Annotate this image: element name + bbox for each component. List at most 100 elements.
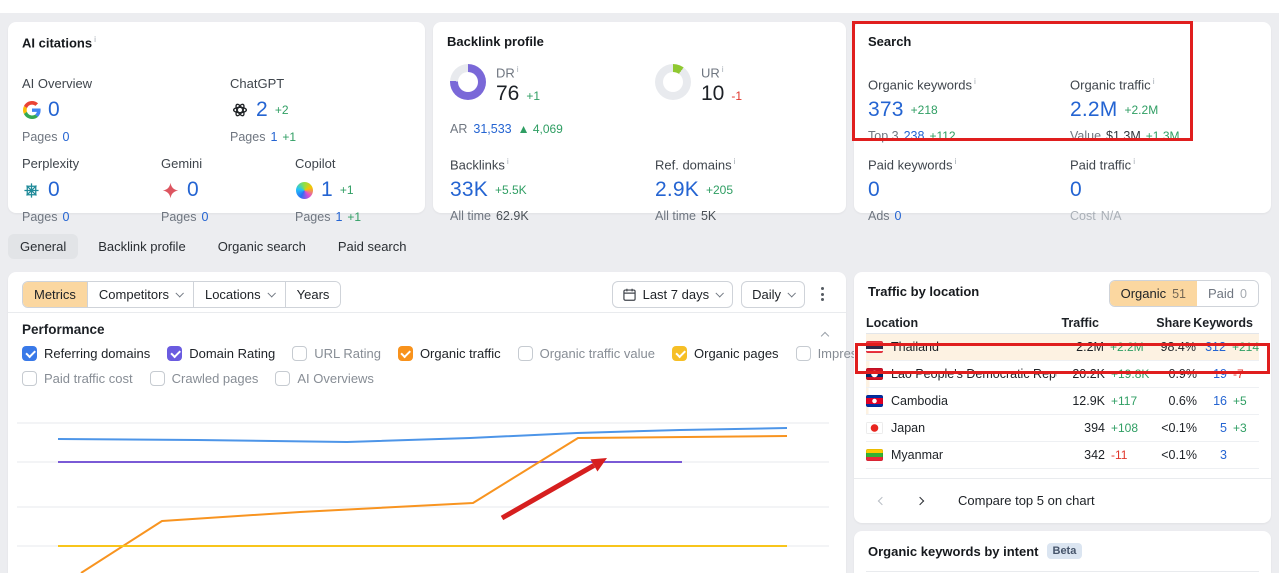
organic-keywords-value[interactable]: 373 [868, 98, 904, 122]
next-page-button[interactable] [906, 487, 934, 515]
collapse-section-button[interactable] [820, 327, 830, 342]
performance-line-chart[interactable] [17, 400, 829, 573]
share-value: 0.6% [1168, 394, 1198, 408]
ads-value[interactable]: 0 [895, 209, 902, 223]
dr-donut-chart [450, 64, 486, 100]
keywords-link[interactable]: 312 [1196, 340, 1226, 354]
view-switcher: Metrics Competitors Locations Years [22, 280, 342, 308]
ref-domains-stat: Ref. domains i 2.9K +205 All time 5K [655, 156, 845, 223]
copilot-change: +1 [339, 183, 354, 197]
gemini-pages[interactable]: 0 [201, 210, 208, 224]
toggle-organic[interactable]: Organic 51 [1109, 281, 1198, 306]
tab-general[interactable]: General [8, 234, 79, 259]
metric-label: AI Overviews [297, 371, 374, 386]
ads-label: Ads [868, 209, 890, 224]
annotation-arrow [500, 463, 596, 521]
metric-checkbox-organic-pages[interactable]: Organic pages [672, 346, 779, 361]
metric-checkbox-ai-overviews[interactable]: AI Overviews [275, 371, 374, 386]
calendar-icon [622, 288, 636, 301]
metrics-button[interactable]: Metrics [23, 281, 88, 307]
organic-keywords-label: Organic keywords i [868, 76, 976, 93]
locations-button[interactable]: Locations [193, 281, 286, 307]
copilot-pages-change: +1 [347, 210, 362, 224]
chatgpt-pages[interactable]: 1 [270, 130, 277, 144]
copilot-value: 1 [321, 178, 333, 201]
checkbox-icon [275, 371, 291, 386]
location-row-cambodia[interactable]: Cambodia 12.9K +117 0.6% 16 +5 [866, 388, 1259, 415]
chatgpt-value: 2 [256, 98, 268, 121]
location-name: Thailand [891, 340, 939, 354]
dr-change: +1 [526, 89, 541, 104]
ar-row: AR 31,533 ▲ 4,069 [450, 122, 563, 136]
copilot-label: Copilot [295, 156, 336, 171]
metric-checkbox-crawled-pages[interactable]: Crawled pages [149, 371, 258, 386]
more-options-button[interactable] [813, 281, 832, 307]
years-button[interactable]: Years [285, 281, 341, 307]
flag-icon-mm [866, 449, 883, 461]
backlinks-value[interactable]: 33K [450, 178, 488, 202]
chatgpt-label: ChatGPT [230, 76, 285, 91]
metric-checkbox-referring-domains[interactable]: Referring domains [22, 346, 150, 361]
granularity-dropdown[interactable]: Daily [741, 280, 805, 308]
chevron-down-icon [787, 289, 796, 298]
keywords-by-intent-card: Organic keywords by intent Beta [854, 531, 1271, 573]
metric-checkbox-organic-traffic[interactable]: Organic traffic [397, 346, 501, 361]
metric-checkbox-url-rating[interactable]: URL Rating [292, 346, 381, 361]
keywords-link[interactable]: 16 [1197, 394, 1227, 408]
date-range-dropdown[interactable]: Last 7 days [611, 280, 734, 308]
organic-traffic-change: +2.2M [1124, 103, 1159, 118]
ref-domains-value[interactable]: 2.9K [655, 178, 699, 202]
keywords-change: +3 [1233, 421, 1247, 435]
traffic-value: 12.9K [1072, 394, 1105, 408]
keywords-link[interactable]: 3 [1197, 448, 1227, 462]
chatgpt-icon [230, 101, 249, 120]
organic-traffic-value[interactable]: 2.2M [1070, 98, 1118, 122]
dr-value: 76 [496, 82, 520, 106]
keywords-change: +214 [1231, 340, 1259, 354]
traffic-by-location-title: Traffic by location [868, 284, 980, 299]
location-name: Cambodia [891, 394, 948, 408]
metric-checkbox-paid-traffic-cost[interactable]: Paid traffic cost [22, 371, 133, 386]
tab-organic-search[interactable]: Organic search [206, 234, 318, 259]
metric-label: URL Rating [314, 346, 381, 361]
keywords-link[interactable]: 5 [1197, 421, 1227, 435]
location-row-lao-people-s-democratic-reput[interactable]: Lao People's Democratic Reput 20.2K +19.8K… [866, 361, 1259, 388]
perplexity-pages[interactable]: 0 [62, 210, 69, 224]
cost-value: N/A [1100, 209, 1122, 224]
metric-checkbox-row-2: Paid traffic cost Crawled pages AI Overvie… [22, 371, 374, 386]
top3-label: Top 3 [868, 129, 899, 144]
metric-label: Organic traffic [419, 346, 501, 361]
paid-keywords-value[interactable]: 0 [868, 178, 880, 202]
location-table: Location Traffic Share Keywords Thailand… [866, 312, 1259, 469]
location-row-myanmar[interactable]: Myanmar 342 -11 <0.1% 3 [866, 442, 1259, 469]
top3-value[interactable]: 238 [904, 129, 925, 143]
location-row-thailand[interactable]: Thailand 2.2M +2.2M 98.4% 312 +214 [866, 334, 1259, 361]
location-name: Myanmar [891, 448, 944, 462]
tab-paid-search[interactable]: Paid search [326, 234, 419, 259]
metric-checkbox-row-1: Referring domains Domain Rating URL Rating… [22, 346, 988, 361]
competitors-button[interactable]: Competitors [87, 281, 194, 307]
tab-backlink-profile[interactable]: Backlink profile [86, 234, 197, 259]
dr-label: DR i [496, 64, 519, 81]
ai-overview-pages[interactable]: 0 [62, 130, 69, 144]
ur-stat: UR i 10 -1 [655, 64, 742, 106]
keywords-link[interactable]: 19 [1197, 367, 1227, 381]
metric-checkbox-organic-traffic-value[interactable]: Organic traffic value [517, 346, 655, 361]
metric-checkbox-domain-rating[interactable]: Domain Rating [167, 346, 275, 361]
checkbox-icon [292, 346, 308, 361]
search-card: Search Organic keywords i 373 +218 Top 3 23… [854, 22, 1271, 223]
toggle-paid[interactable]: Paid 0 [1197, 281, 1258, 306]
gemini-label: Gemini [161, 156, 203, 171]
compare-top5-link[interactable]: Compare top 5 on chart [958, 493, 1095, 508]
all-time-label: All time [655, 209, 696, 224]
metric-label: Referring domains [44, 346, 151, 361]
paid-traffic-value[interactable]: 0 [1070, 178, 1082, 202]
chevron-down-icon [175, 289, 184, 298]
ar-value[interactable]: 31,533 [473, 122, 511, 136]
copilot-pages[interactable]: 1 [335, 210, 342, 224]
location-row-japan[interactable]: Japan 394 +108 <0.1% 5 +3 [866, 415, 1259, 442]
traffic-value: 20.2K [1072, 367, 1105, 381]
backlinks-change: +5.5K [494, 183, 527, 198]
paid-traffic-stat: Paid traffic i 0 Cost N/A [1070, 156, 1260, 223]
prev-page-button[interactable] [868, 487, 896, 515]
